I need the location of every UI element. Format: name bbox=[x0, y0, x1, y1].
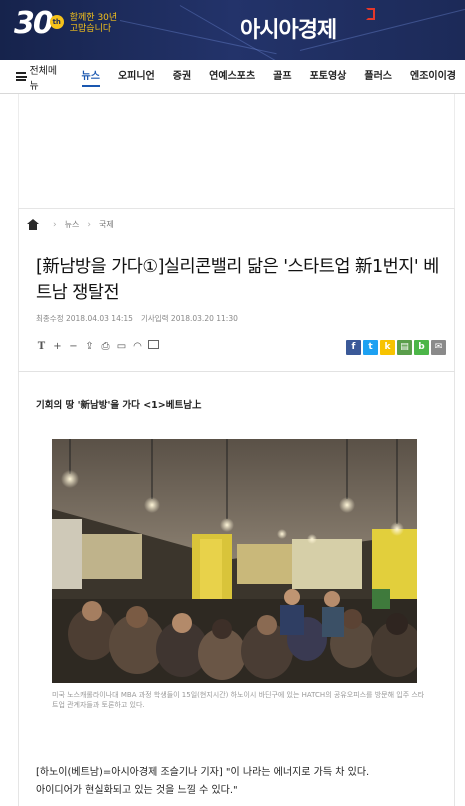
nav-item-news[interactable]: 뉴스 bbox=[73, 60, 109, 94]
main-nav: 전체메뉴 뉴스 오피니언 증권 연예스포츠 골프 포토영상 플러스 엔조이이경 bbox=[0, 60, 465, 94]
article-dates: 최종수정 2018.04.03 14:15 기사입력 2018.03.20 11… bbox=[36, 313, 238, 324]
rss-icon[interactable]: ◠ bbox=[132, 340, 143, 354]
all-menu-button[interactable]: 전체메뉴 bbox=[16, 60, 65, 94]
breadcrumb-news[interactable]: 뉴스 bbox=[65, 219, 80, 230]
nav-item-photo-video[interactable]: 포토영상 bbox=[301, 60, 356, 94]
nav-item-opinion[interactable]: 오피니언 bbox=[109, 60, 164, 94]
anniversary-logo[interactable]: 30 th 함께한 30년 고맙습니다 bbox=[14, 6, 117, 42]
divider bbox=[18, 371, 455, 372]
article-tools: T + − ⇪ ⎙ ▭ ◠ bbox=[36, 340, 159, 354]
published-date: 기사입력 2018.03.20 11:30 bbox=[140, 314, 238, 323]
anniversary-suffix: th bbox=[49, 15, 64, 29]
facebook-share-button[interactable]: f bbox=[346, 340, 361, 355]
site-banner: 30 th 함께한 30년 고맙습니다 아시아경제 bbox=[0, 0, 465, 60]
article-headline: [新남방을 가다①]실리콘밸리 닮은 '스타트업 新1번지' 베트남 쟁탈전 bbox=[36, 257, 439, 303]
blog-share-button[interactable]: b bbox=[414, 340, 429, 355]
all-menu-label: 전체메뉴 bbox=[29, 65, 58, 92]
logo-mark-icon bbox=[366, 8, 375, 20]
share-buttons: f t k ▤ b ✉ bbox=[346, 340, 446, 355]
nav-item-stocks[interactable]: 증권 bbox=[164, 60, 200, 94]
zoom-in-icon[interactable]: + bbox=[52, 340, 63, 354]
nav-item-plus[interactable]: 플러스 bbox=[355, 60, 401, 94]
band-share-button[interactable]: ▤ bbox=[397, 340, 412, 355]
article-body: [하노이(베트남)=아시아경제 조슬기나 기자] "이 나라는 에너지로 가득 … bbox=[36, 764, 456, 800]
nav-item-golf[interactable]: 골프 bbox=[264, 60, 300, 94]
chevron-right-icon: › bbox=[53, 219, 57, 230]
zoom-out-icon[interactable]: − bbox=[68, 340, 79, 354]
email-share-button[interactable]: ✉ bbox=[431, 340, 446, 355]
site-logo[interactable]: 아시아경제 bbox=[240, 12, 337, 44]
kakaostory-share-button[interactable]: k bbox=[380, 340, 395, 355]
nav-item-entertainment-sports[interactable]: 연예스포츠 bbox=[200, 60, 264, 94]
article-body-line: 아이디어가 현실화되고 있는 것을 느낄 수 있다." bbox=[36, 785, 238, 796]
article-body-line: [하노이(베트남)=아시아경제 조슬기나 기자] "이 나라는 에너지로 가득 … bbox=[36, 767, 370, 778]
hamburger-icon bbox=[16, 72, 28, 81]
nav-item-enjoy[interactable]: 엔조이이경 bbox=[401, 60, 465, 94]
breadcrumb-world[interactable]: 국제 bbox=[99, 219, 114, 230]
print-icon[interactable]: ⎙ bbox=[100, 340, 111, 354]
article-subhead: 기회의 땅 '新남방'을 가다 <1>베트남上 bbox=[36, 400, 202, 411]
upload-icon[interactable]: ⇪ bbox=[84, 340, 95, 354]
twitter-share-button[interactable]: t bbox=[363, 340, 378, 355]
ad-area bbox=[18, 94, 455, 208]
article-photo bbox=[52, 439, 417, 683]
photo-caption: 미국 노스캐롤라이나대 MBA 과정 학생들이 15일(현지시간) 하노이시 바… bbox=[52, 691, 425, 709]
anniversary-line2: 고맙습니다 bbox=[69, 24, 112, 34]
copy-icon[interactable] bbox=[148, 340, 159, 354]
font-size-icon[interactable]: T bbox=[36, 340, 47, 354]
anniversary-line1: 함께한 30년 bbox=[69, 13, 118, 23]
home-icon[interactable] bbox=[27, 219, 39, 230]
modified-date: 최종수정 2018.04.03 14:15 bbox=[36, 314, 133, 323]
breadcrumb: › 뉴스 › 국제 bbox=[27, 219, 114, 230]
chevron-right-icon: › bbox=[87, 219, 91, 230]
anniversary-number: 30 bbox=[14, 6, 54, 41]
bookmark-icon[interactable]: ▭ bbox=[116, 340, 127, 354]
